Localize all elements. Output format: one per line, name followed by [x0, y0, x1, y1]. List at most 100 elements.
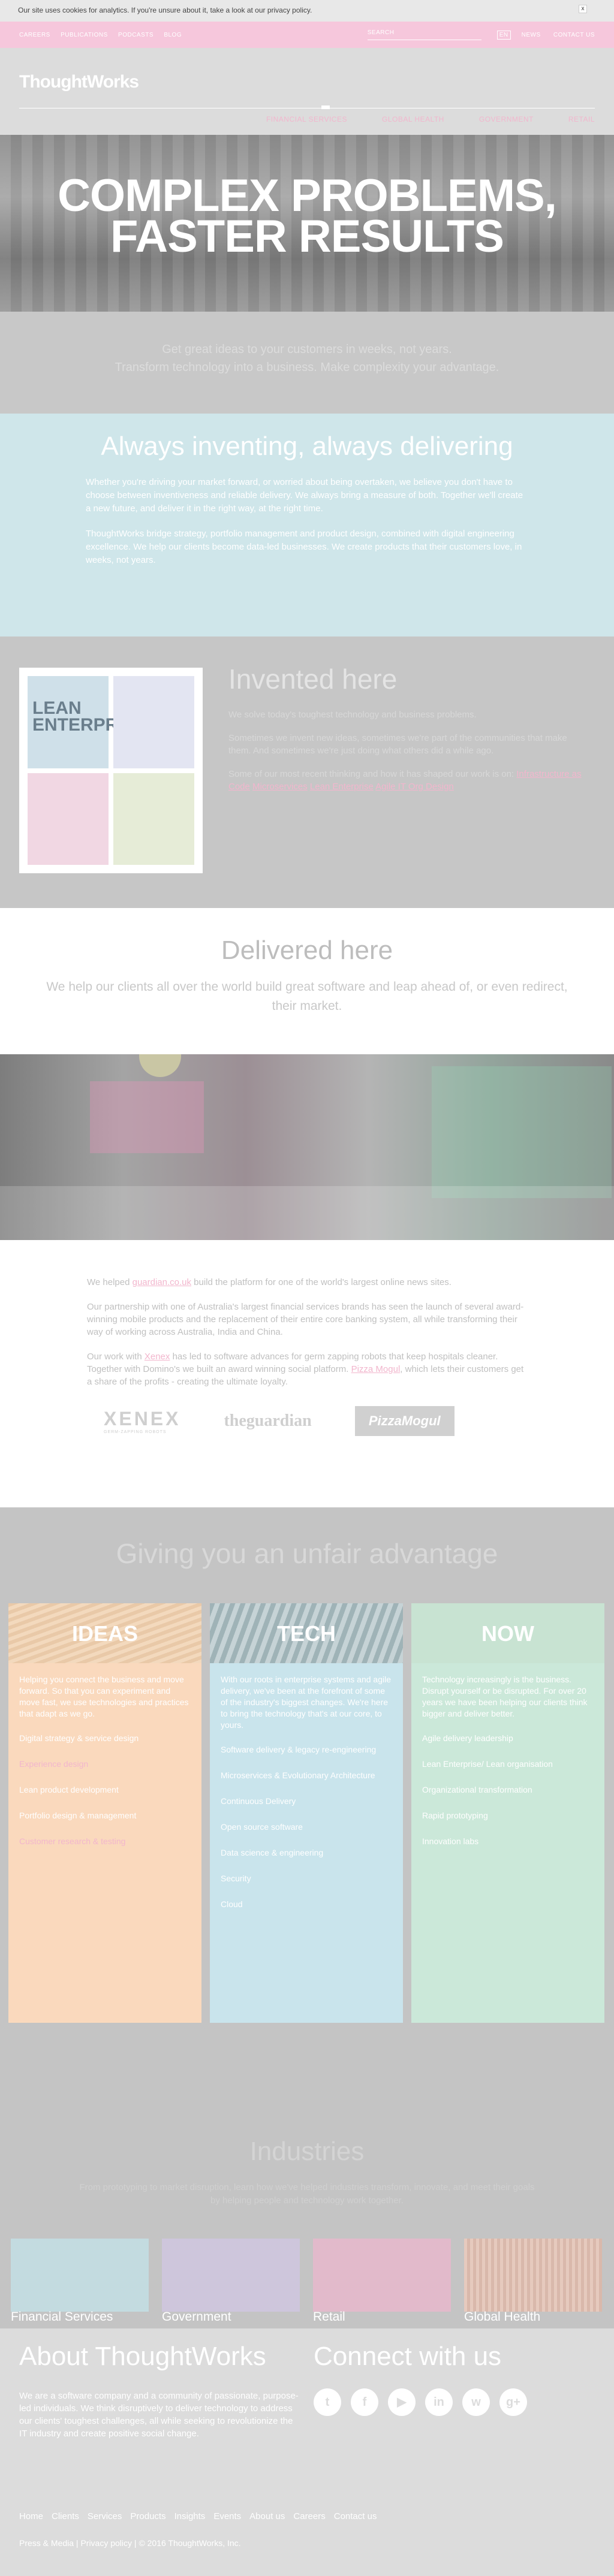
social-links: t f ▶ in w g+	[314, 2388, 527, 2416]
tile-label: Government	[162, 2310, 231, 2324]
footer-link-contact-us[interactable]: Contact us	[334, 2511, 377, 2521]
footer-links: Home Clients Services Products Insights …	[19, 2511, 377, 2521]
delivered-here-section: Delivered here We help our clients all o…	[0, 908, 614, 1054]
book-cover	[113, 773, 194, 865]
book-cover	[28, 773, 109, 865]
tile-retail[interactable]: Retail	[313, 2239, 451, 2324]
guardian-link[interactable]: guardian.co.uk	[133, 1277, 191, 1287]
text: We helped	[87, 1277, 133, 1287]
office-lamp	[139, 1054, 181, 1077]
utility-link-blog[interactable]: Blog	[164, 32, 182, 38]
tile-label: Global Health	[464, 2310, 541, 2324]
text: Our work with	[87, 1352, 145, 1362]
search-input[interactable]: Search	[367, 29, 481, 40]
clients-section: We helped guardian.co.uk build the platf…	[0, 1240, 614, 1507]
footer-link-services[interactable]: Services	[88, 2511, 122, 2521]
nav-financial-services[interactable]: Financial Services	[266, 115, 347, 123]
news-link[interactable]: News	[522, 32, 541, 38]
card-item[interactable]: Customer research & testing	[19, 1836, 191, 1847]
card-item[interactable]: Security	[221, 1873, 392, 1884]
tile-label: Retail	[313, 2310, 345, 2324]
facebook-icon[interactable]: f	[351, 2388, 378, 2416]
cookie-text: Our site uses cookies for analytics. If …	[18, 6, 312, 14]
footer-link-home[interactable]: Home	[19, 2511, 43, 2521]
thoughtworks-logo[interactable]: ThoughtWorks	[19, 72, 139, 92]
card-item[interactable]: Software delivery & legacy re-engineerin…	[221, 1744, 392, 1755]
tile-label: Financial Services	[11, 2310, 113, 2324]
invented-title: Invented here	[228, 663, 398, 695]
intro-section: Get great ideas to your customers in wee…	[0, 312, 614, 414]
footer-link-clients[interactable]: Clients	[52, 2511, 79, 2521]
card-title: NOW	[481, 1621, 534, 1646]
text: build the platform for one of the world'…	[191, 1277, 452, 1287]
footer-link-about-us[interactable]: About us	[249, 2511, 285, 2521]
utility-bar: Careers Publications Podcasts Blog Searc…	[0, 22, 614, 48]
card-item[interactable]: Innovation labs	[422, 1836, 594, 1847]
utility-link-publications[interactable]: Publications	[61, 32, 108, 38]
nav-indicator	[321, 105, 330, 109]
invented-paragraph-2: Sometimes we invent new ideas, sometimes…	[228, 733, 567, 756]
card-item[interactable]: Lean product development	[19, 1784, 191, 1796]
linkedin-icon[interactable]: in	[425, 2388, 453, 2416]
hero-title-line-2: FASTER RESULTS	[110, 211, 504, 262]
nav-global-health[interactable]: Global Health	[382, 115, 444, 123]
intro-line-2: Transform technology into a business. Ma…	[115, 361, 499, 374]
card-item[interactable]: Continuous Delivery	[221, 1796, 392, 1807]
card-item[interactable]: Open source software	[221, 1821, 392, 1833]
footer-link-events[interactable]: Events	[213, 2511, 241, 2521]
industries-section: Industries From prototyping to market di…	[0, 2137, 614, 2328]
card-item[interactable]: Digital strategy & service design	[19, 1733, 191, 1744]
card-ideas: IDEAS Helping you connect the business a…	[8, 1603, 201, 2023]
link-lean-enterprise[interactable]: Lean Enterprise	[310, 782, 374, 792]
card-item[interactable]: Data science & engineering	[221, 1847, 392, 1859]
twitter-icon[interactable]: t	[314, 2388, 341, 2416]
client-story-xenex: Our work with Xenex has led to software …	[87, 1350, 528, 1388]
tile-government[interactable]: Government	[162, 2239, 300, 2324]
card-item[interactable]: Microservices & Evolutionary Architectur…	[221, 1770, 392, 1781]
office-photo	[0, 1054, 614, 1240]
footer-link-products[interactable]: Products	[130, 2511, 165, 2521]
utility-links: Careers Publications Podcasts Blog	[19, 32, 190, 38]
card-item[interactable]: Portfolio design & management	[19, 1810, 191, 1821]
nav-government[interactable]: Government	[479, 115, 534, 123]
link-microservices[interactable]: Microservices	[252, 782, 308, 792]
card-item[interactable]: Cloud	[221, 1899, 392, 1910]
about-title: About ThoughtWorks	[19, 2342, 266, 2371]
utility-right-links: News Contact us	[511, 32, 595, 38]
link-agile-it-org-design[interactable]: Agile IT Org Design	[375, 782, 454, 792]
card-now: NOW Technology increasingly is the busin…	[411, 1603, 604, 2023]
card-item[interactable]: Organizational transformation	[422, 1784, 594, 1796]
card-item[interactable]: Agile delivery leadership	[422, 1733, 594, 1744]
utility-link-podcasts[interactable]: Podcasts	[118, 32, 154, 38]
tile-financial-services[interactable]: Financial Services	[11, 2239, 149, 2324]
invented-here-section: LEAN ENTERPRISE Invented here We solve t…	[0, 637, 614, 908]
language-selector[interactable]: EN	[496, 30, 511, 40]
card-item[interactable]: Lean Enterprise/ Lean organisation	[422, 1758, 594, 1770]
advantage-section: Giving you an unfair advantage IDEAS Hel…	[0, 1507, 614, 2137]
pizza-mogul-link[interactable]: Pizza Mogul	[351, 1364, 401, 1374]
legal-text: Press & Media | Privacy policy | © 2016 …	[19, 2538, 241, 2548]
footer-link-insights[interactable]: Insights	[174, 2511, 206, 2521]
card-title: IDEAS	[71, 1621, 139, 1646]
xenex-link[interactable]: Xenex	[145, 1352, 170, 1362]
books-image: LEAN ENTERPRISE	[19, 668, 203, 873]
inventing-section: Always inventing, always delivering Whet…	[0, 414, 614, 637]
close-icon[interactable]: x	[579, 5, 587, 13]
youtube-icon[interactable]: ▶	[388, 2388, 416, 2416]
card-item[interactable]: Rapid prototyping	[422, 1810, 594, 1821]
card-item[interactable]: Experience design	[19, 1758, 191, 1770]
utility-link-careers[interactable]: Careers	[19, 32, 50, 38]
office-floor	[0, 1186, 614, 1240]
book-cover	[113, 676, 194, 768]
delivered-title: Delivered here	[221, 936, 393, 965]
contact-us-link[interactable]: Contact us	[553, 32, 595, 38]
weibo-icon[interactable]: w	[462, 2388, 490, 2416]
invented-paragraph-1: We solve today's toughest technology and…	[228, 710, 477, 720]
tile-global-health[interactable]: Global Health	[464, 2239, 602, 2324]
google-plus-icon[interactable]: g+	[499, 2388, 527, 2416]
card-header: IDEAS	[8, 1603, 201, 1663]
nav-retail[interactable]: Retail	[568, 115, 595, 123]
card-intro: With our roots in enterprise systems and…	[221, 1675, 392, 1730]
footer-link-careers[interactable]: Careers	[293, 2511, 325, 2521]
about-text: We are a software company and a communit…	[19, 2391, 299, 2439]
